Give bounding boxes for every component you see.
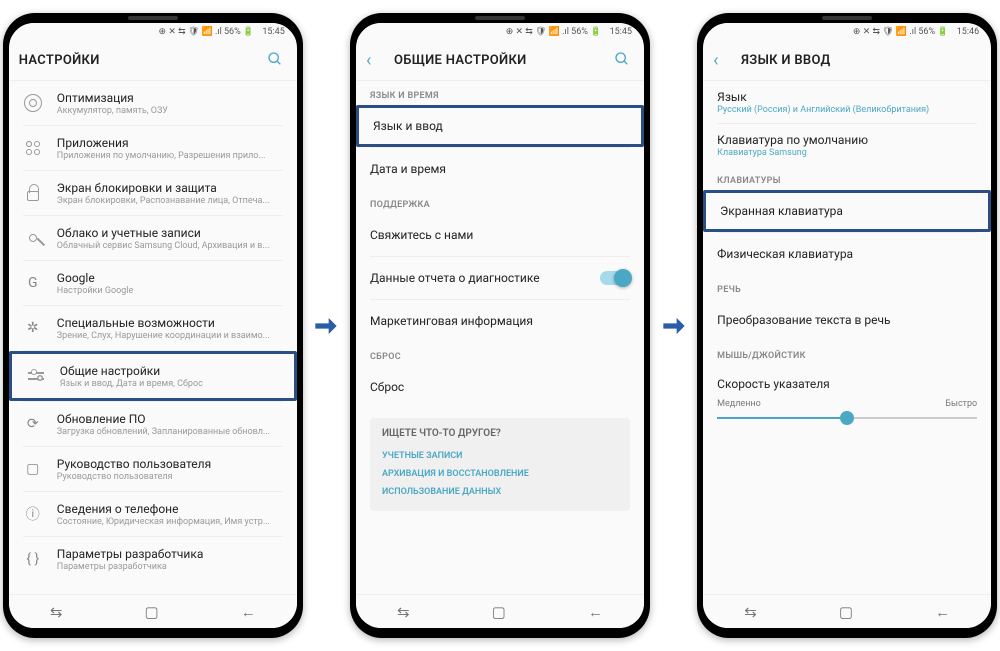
update-icon: ⟳ <box>19 410 47 438</box>
language-input-list[interactable]: ЯзыкРусский (Россия) и Английский (Велик… <box>703 81 991 594</box>
info-icon: ⓘ <box>19 500 47 528</box>
back-button[interactable]: ← <box>935 603 950 621</box>
general-settings-list[interactable]: ЯЗЫК И ВРЕМЯ Язык и ввод Дата и время ПО… <box>356 81 644 594</box>
suggestion-accounts[interactable]: УЧЕТНЫЕ ЗАПИСИ <box>382 447 618 465</box>
nav-bar: ⇆ ▢ ← <box>9 594 297 628</box>
sliders-icon <box>22 362 50 390</box>
back-icon[interactable]: ‹ <box>713 50 733 71</box>
status-bar: ⊕ ✕ ⇆ 🛡 📶 .ıl 56% 🔋 15:45 <box>356 23 644 41</box>
item-lockscreen[interactable]: Экран блокировки и защитаЭкран блокировк… <box>9 171 297 215</box>
recents-button[interactable]: ⇆ <box>744 603 757 621</box>
header: НАСТРОЙКИ <box>9 41 297 81</box>
arrow-icon <box>308 308 344 344</box>
suggestions-box: ИЩЕТЕ ЧТО-ТО ДРУГОЕ? УЧЕТНЫЕ ЗАПИСИ АРХИ… <box>370 418 630 511</box>
item-physical-keyboard[interactable]: Физическая клавиатура <box>703 233 991 275</box>
search-icon[interactable] <box>267 51 287 71</box>
lock-icon <box>19 179 47 207</box>
item-manual[interactable]: ▢ Руководство пользователяРуководство по… <box>9 447 297 491</box>
item-optimization[interactable]: ОптимизацияАккумулятор, память, ОЗУ <box>9 81 297 125</box>
suggestions-title: ИЩЕТЕ ЧТО-ТО ДРУГОЕ? <box>382 428 618 439</box>
phone-language-input: ⊕ ✕ ⇆ 🛡 📶 .ıl 56% 🔋 15:46 ‹ ЯЗЫК И ВВОД … <box>697 13 997 638</box>
status-bar: ⊕ ✕ ⇆ 🛡 📶 .ıl 56% 🔋 15:46 <box>703 23 991 41</box>
section-support: ПОДДЕРЖКА <box>356 190 644 214</box>
phone-general-settings: ⊕ ✕ ⇆ 🛡 📶 .ıl 56% 🔋 15:45 ‹ ОБЩИЕ НАСТРО… <box>350 13 650 638</box>
item-reset[interactable]: Сброс <box>356 366 644 408</box>
home-button[interactable]: ▢ <box>839 603 853 621</box>
item-general-settings[interactable]: Общие настройкиЯзык и ввод, Дата и время… <box>9 351 297 401</box>
suggestion-backup[interactable]: АРХИВАЦИЯ И ВОССТАНОВЛЕНИЕ <box>382 465 618 483</box>
item-marketing[interactable]: Маркетинговая информация <box>356 300 644 342</box>
page-title: НАСТРОЙКИ <box>19 53 259 68</box>
item-tts[interactable]: Преобразование текста в речь <box>703 299 991 341</box>
apps-icon <box>19 134 47 162</box>
nav-bar: ⇆ ▢ ← <box>703 594 991 628</box>
search-icon[interactable] <box>614 51 634 71</box>
section-keyboards: КЛАВИАТУРЫ <box>703 166 991 190</box>
item-accessibility[interactable]: ✲ Специальные возможностиЗрение, Слух, Н… <box>9 306 297 350</box>
slider-thumb[interactable] <box>840 411 854 425</box>
item-software-update[interactable]: ⟳ Обновление ПОЗагрузка обновлений, Запл… <box>9 402 297 446</box>
header: ‹ ЯЗЫК И ВВОД <box>703 41 991 81</box>
suggestion-data-usage[interactable]: ИСПОЛЬЗОВАНИЕ ДАННЫХ <box>382 483 618 501</box>
accessibility-icon: ✲ <box>19 314 47 342</box>
section-speech: РЕЧЬ <box>703 275 991 299</box>
diagnostics-toggle[interactable] <box>600 271 630 285</box>
item-google[interactable]: G GoogleНастройки Google <box>9 261 297 305</box>
item-about-phone[interactable]: ⓘ Сведения о телефонеСостояние, Юридичес… <box>9 492 297 536</box>
item-language[interactable]: ЯзыкРусский (Россия) и Английский (Велик… <box>703 81 991 123</box>
key-icon <box>19 224 47 252</box>
arrow-icon <box>656 308 692 344</box>
page-title: ЯЗЫК И ВВОД <box>741 53 981 68</box>
settings-list[interactable]: ОптимизацияАккумулятор, память, ОЗУ Прил… <box>9 81 297 594</box>
item-cloud[interactable]: Облако и учетные записиОблачный сервис S… <box>9 216 297 260</box>
pointer-speed-slider[interactable]: МедленноБыстро <box>703 395 991 439</box>
item-onscreen-keyboard[interactable]: Экранная клавиатура <box>703 190 991 232</box>
page-title: ОБЩИЕ НАСТРОЙКИ <box>394 53 606 68</box>
item-apps[interactable]: ПриложенияПриложения по умолчанию, Разре… <box>9 126 297 170</box>
home-button[interactable]: ▢ <box>492 603 506 621</box>
item-language-input[interactable]: Язык и ввод <box>356 105 644 147</box>
back-icon[interactable]: ‹ <box>366 50 386 71</box>
item-date-time[interactable]: Дата и время <box>356 148 644 190</box>
nav-bar: ⇆ ▢ ← <box>356 594 644 628</box>
item-diagnostics[interactable]: Данные отчета о диагностике <box>356 257 644 299</box>
dev-icon: { } <box>19 545 47 573</box>
header: ‹ ОБЩИЕ НАСТРОЙКИ <box>356 41 644 81</box>
book-icon: ▢ <box>19 455 47 483</box>
section-language-time: ЯЗЫК И ВРЕМЯ <box>356 81 644 105</box>
back-button[interactable]: ← <box>588 603 603 621</box>
back-button[interactable]: ← <box>241 603 256 621</box>
google-icon: G <box>19 269 47 297</box>
item-developer[interactable]: { } Параметры разработчикаПараметры разр… <box>9 537 297 581</box>
item-contact-us[interactable]: Свяжитесь с нами <box>356 214 644 256</box>
section-reset: СБРОС <box>356 342 644 366</box>
item-default-keyboard[interactable]: Клавиатура по умолчаниюКлавиатура Samsun… <box>703 124 991 166</box>
recents-button[interactable]: ⇆ <box>50 603 63 621</box>
item-pointer-speed: Скорость указателя <box>703 365 991 395</box>
phone-settings: ⊕ ✕ ⇆ 🛡 📶 .ıl 56% 🔋 15:45 НАСТРОЙКИ Опти… <box>3 13 303 638</box>
recents-button[interactable]: ⇆ <box>397 603 410 621</box>
section-mouse: МЫШЬ/ДЖОЙСТИК <box>703 341 991 365</box>
home-button[interactable]: ▢ <box>144 603 158 621</box>
optimization-icon <box>19 89 47 117</box>
status-bar: ⊕ ✕ ⇆ 🛡 📶 .ıl 56% 🔋 15:45 <box>9 23 297 41</box>
